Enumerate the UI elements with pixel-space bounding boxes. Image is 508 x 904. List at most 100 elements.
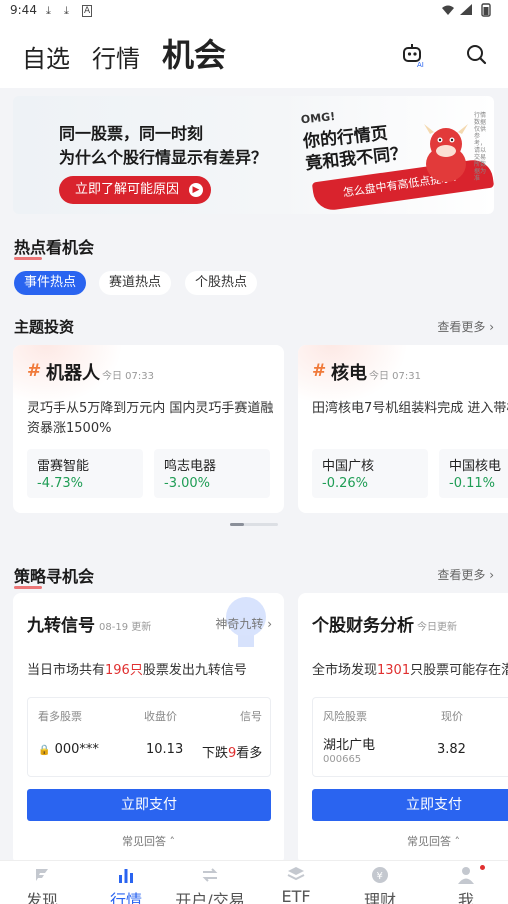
stock-box[interactable]: 中国广核 -0.26% (312, 449, 428, 498)
nav-discover[interactable]: 发现 (0, 861, 84, 904)
nav-market[interactable]: 行情 (84, 861, 168, 904)
status-bar: 9:44 ⤓ ⤓ A (0, 0, 508, 22)
banner-line1: 同一股票，同一时刻 (59, 124, 204, 143)
table-row-price: 10.13 (146, 742, 184, 757)
title-underline (14, 586, 42, 589)
chevron-up-icon: ˄ (166, 835, 175, 848)
table-header: 现价 (441, 710, 463, 723)
search-icon[interactable] (464, 42, 490, 68)
promo-banner[interactable]: 同一股票，同一时刻 为什么个股行情显示有差异？ 立即了解可能原因 ▶ OMG! … (13, 96, 494, 214)
nav-label: 理财 (363, 891, 396, 904)
strategy-card-tag[interactable]: 神奇九转 › (215, 615, 272, 632)
banner-side-note: 行情数据仅供参考，请以交易所数据为准 (474, 112, 487, 182)
risk-table: 风险股票 现价 潜在 湖北广电 000665 3.82 (312, 697, 508, 777)
strategy-card[interactable]: 个股财务分析 今日更新 财 全市场发现1301只股票可能存在潜 风险股票 现价 … (298, 593, 508, 860)
topic-time: 今日 07:33 (102, 371, 154, 382)
a-badge-icon: A (82, 5, 93, 17)
chip-sector-hot[interactable]: 赛道热点 (99, 271, 171, 295)
stock-change: -0.11% (449, 476, 495, 491)
tab-watchlist[interactable]: 自选 (22, 39, 70, 74)
themes-more-label: 查看更多 (437, 320, 486, 334)
nav-wealth[interactable]: ¥ 理财 (338, 861, 422, 904)
faq-link[interactable]: 常见回答 ˄ (13, 833, 284, 849)
faq-label: 常见回答 (122, 835, 166, 848)
tab-opportunity[interactable]: 机会 (162, 30, 226, 76)
play-arrow-icon: ▶ (189, 183, 204, 197)
coin-icon: ¥ (372, 867, 388, 883)
desc-post: 股票发出九转信号 (142, 663, 247, 678)
faq-link[interactable]: 常见回答 ˄ (298, 833, 508, 849)
hot-section-title-text: 热点看机会 (14, 238, 95, 257)
chevron-right-icon: › (489, 320, 494, 334)
table-header: 收盘价 (144, 710, 177, 723)
carousel-indicator (230, 523, 278, 526)
chevron-right-icon: › (267, 617, 272, 631)
download-icon: ⤓ (64, 4, 69, 17)
table-header: 看多股票 (38, 710, 82, 723)
pay-now-button[interactable]: 立即支付 (27, 789, 271, 821)
hot-section-title: 热点看机会 (14, 234, 95, 260)
banner-line2: 为什么个股行情显示有差异？ (59, 148, 268, 167)
status-time: 9:44 (10, 3, 37, 17)
bull-mascot-icon (424, 124, 468, 182)
topic-card[interactable]: # 机器人 今日 07:33 灵巧手从5万降到万元内 国内灵巧手赛道融资暴涨15… (13, 345, 284, 513)
hash-icon: # (312, 361, 327, 381)
bottom-nav: 发现 行情 开户/交易 ETF ¥ 理财 我 (0, 860, 508, 904)
app-screen: 9:44 ⤓ ⤓ A 自选 行情 机会 AI 同一股票，同一时刻 为什么个股行情… (0, 0, 508, 904)
banner-bubble: OMG! 你的行情页 竟和我不同？ (300, 99, 408, 175)
strategy-title-text: 策略寻机会 (14, 567, 95, 586)
tab-market[interactable]: 行情 (92, 39, 140, 74)
stock-change: -3.00% (164, 476, 210, 491)
table-row-price: 3.82 (437, 742, 466, 757)
lock-icon: 🔒 (38, 745, 51, 756)
strategy-card[interactable]: 九转信号 08-19 更新 神奇九转 › 当日市场共有196只股票发出九转信号 … (13, 593, 284, 860)
person-icon (458, 867, 474, 884)
banner-cta-button[interactable]: 立即了解可能原因 ▶ (59, 176, 212, 204)
strategy-more-label: 查看更多 (437, 568, 486, 582)
themes-more-link[interactable]: 查看更多 › (437, 318, 494, 335)
banner-cta-label: 立即了解可能原因 (75, 182, 180, 197)
svg-text:¥: ¥ (377, 871, 383, 882)
table-header: 信号 (240, 710, 262, 723)
swap-icon (202, 868, 218, 882)
nav-trade[interactable]: 开户/交易 (168, 861, 252, 904)
nav-label: ETF (281, 887, 311, 904)
topic-desc: 灵巧手从5万降到万元内 国内灵巧手赛道融资暴涨1500% (27, 401, 274, 436)
stock-name: 鸣志电器 (164, 459, 217, 474)
signal-pre: 下跌 (202, 746, 229, 761)
table-row-signal: 下跌9看多 (202, 742, 262, 761)
main-content: 同一股票，同一时刻 为什么个股行情显示有差异？ 立即了解可能原因 ▶ OMG! … (0, 88, 508, 860)
nav-label: 开户/交易 (175, 891, 245, 904)
nav-label: 发现 (25, 891, 58, 904)
top-header: 自选 行情 机会 AI (0, 22, 508, 88)
themes-title: 主题投资 (14, 318, 75, 336)
chip-stock-hot[interactable]: 个股热点 (185, 271, 257, 295)
carousel-indicator-active (230, 523, 244, 526)
nav-me[interactable]: 我 (424, 861, 508, 904)
chart-bars-icon (119, 869, 133, 883)
ai-robot-icon[interactable]: AI (400, 42, 426, 68)
signal-post: 看多 (236, 746, 263, 761)
hash-icon: # (27, 361, 42, 381)
stock-box[interactable]: 鸣志电器 -3.00% (154, 449, 270, 498)
stock-box[interactable]: 中国核电 -0.11% (439, 449, 508, 498)
chip-event-hot[interactable]: 事件热点 (14, 271, 86, 295)
title-underline (14, 257, 42, 260)
topic-name: 核电 (331, 363, 367, 384)
nav-etf[interactable]: ETF (254, 861, 338, 904)
desc-highlight: 1301 (377, 663, 411, 678)
topic-card[interactable]: # 核电 今日 07:31 田湾核电7号机组装料完成 进入带核阶段 中国广核 -… (298, 345, 508, 513)
stock-box[interactable]: 雷赛智能 -4.73% (27, 449, 143, 498)
desc-pre: 当日市场共有 (27, 663, 106, 678)
strategy-more-link[interactable]: 查看更多 › (437, 566, 494, 583)
topic-time: 今日 07:31 (369, 371, 421, 382)
chevron-up-icon: ˄ (451, 835, 460, 848)
table-row-stock: 🔒 000*** (38, 742, 99, 757)
pay-now-button[interactable]: 立即支付 (312, 789, 508, 821)
strategy-card-title: 个股财务分析 (312, 616, 414, 636)
masked-stock-code: 000*** (54, 742, 99, 757)
svg-text:AI: AI (417, 61, 424, 68)
desc-pre: 全市场发现 (312, 663, 378, 678)
nav-label: 行情 (109, 891, 142, 904)
table-header: 风险股票 (323, 710, 367, 723)
